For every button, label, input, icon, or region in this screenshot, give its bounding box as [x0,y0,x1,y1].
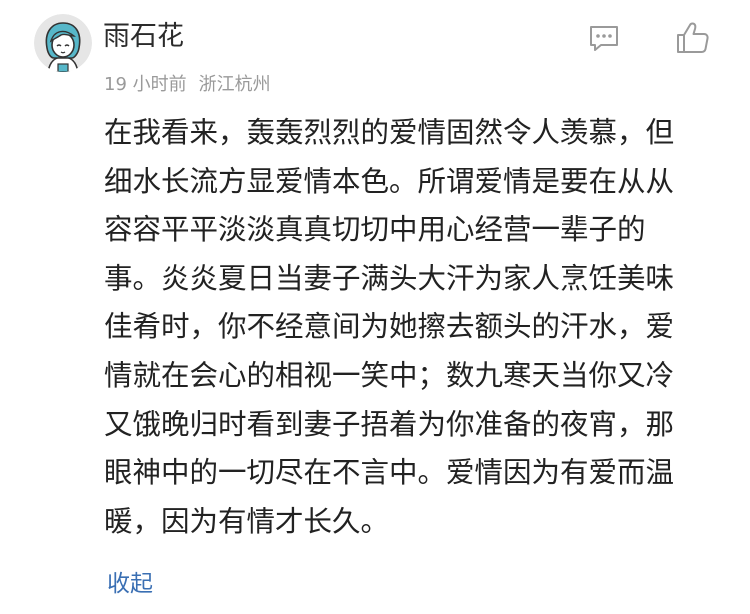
comment-meta: 19 小时前 浙江杭州 [104,71,271,99]
like-button[interactable] [673,18,713,58]
collapse-link[interactable]: 收起 [107,566,153,602]
comment-body-line: 又饿晚归时看到妻子捂着为你准备的夜宵，那 [104,407,675,441]
comment-body-line: 情就在会心的相视一笑中；数九寒天当你又冷 [104,358,675,392]
comment-body-line: 容容平平淡淡真真切切中用心经营一辈子的 [104,213,646,247]
reply-button[interactable] [584,18,624,58]
comment-body-line: 眼神中的一切尽在不言中。爱情因为有爱而温 [104,456,675,490]
avatar[interactable] [34,14,92,72]
comment-location: 浙江杭州 [198,74,271,95]
avatar-icon [34,14,92,72]
comment-body-line: 暖，因为有情才长久。 [104,504,390,538]
comment-body: 在我看来，轰轰烈烈的爱情固然令人羡慕，但 细水长流方显爱情本色。所谓爱情是要在从… [104,109,724,546]
comment-body-line: 事。炎炎夏日当妻子满头大汗为家人烹饪美味 [104,261,675,295]
comment-body-line: 佳肴时，你不经意间为她擦去额头的汗水，爱 [104,310,675,344]
comment-body-line: 在我看来，轰轰烈烈的爱情固然令人羡慕，但 [104,116,675,149]
comment-icon [590,26,618,51]
comment-time: 19 小时前 [104,74,187,95]
thumbs-up-icon [677,22,709,53]
comment-body-line: 细水长流方显爱情本色。所谓爱情是要在从从 [104,164,675,198]
username[interactable]: 雨石花 [103,17,184,57]
